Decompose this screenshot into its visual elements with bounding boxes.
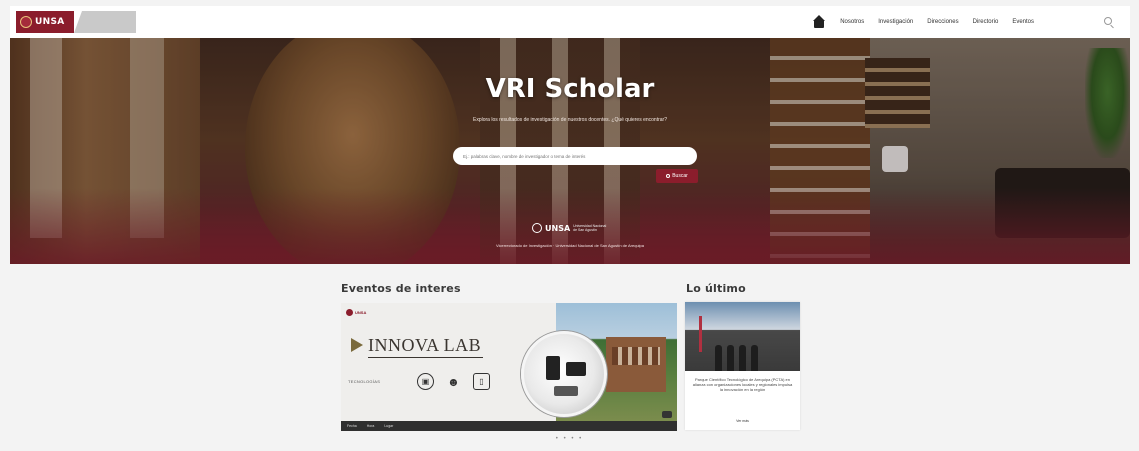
phone-shape [546,356,560,380]
person-shape [727,345,734,371]
event-footer-place: Lugar [384,424,394,428]
university-seal-icon [532,223,542,233]
university-seal-icon [20,16,32,28]
play-triangle-icon [351,338,363,352]
latest-news-card[interactable]: Parque Científico Tecnológico de Arequip… [685,302,800,430]
nav-item-directorio[interactable]: Directorio [973,19,999,25]
logo-subtext [74,11,136,33]
logo-text: UNSA [35,17,65,27]
university-seal-icon [346,309,353,316]
camera-icon [662,411,672,418]
event-logo-text: UNSA [355,310,367,315]
events-heading: Eventos de interes [341,282,461,295]
search-icon[interactable] [1104,17,1112,25]
hero-title: VRI Scholar [485,74,655,104]
top-navigation-bar: UNSA Nosotros Investigación Direcciones … [10,6,1130,38]
carousel-dots[interactable]: • • • • [0,436,1139,442]
building-image [606,337,666,392]
person-shape [739,345,746,371]
unsa-logo[interactable]: UNSA [16,11,136,33]
devices-circle-image [521,331,607,417]
hero-search-input[interactable] [453,147,697,165]
event-footer-date: Fecha [347,424,357,428]
event-footer: Fecha Hora Lugar [341,421,677,431]
camera-shape [566,362,586,376]
keyboard-shape [554,386,578,396]
nav-item-direcciones[interactable]: Direcciones [927,19,958,25]
event-logo: UNSA [346,309,366,316]
hero-banner: VRI Scholar Explora los resultados de in… [10,38,1130,264]
latest-heading: Lo último [686,282,746,295]
hero-caption: Vicerrectorado de Investigación · Univer… [495,243,645,248]
search-button-label: Buscar [672,173,688,179]
news-image [685,302,800,371]
person-shape [715,345,722,371]
event-card-innova-lab[interactable]: UNSA INNOVA LAB TECNOLOGÍAS ▣ ☻ ▯ Fecha … [341,303,677,431]
hero-logo-text: UNSA [545,223,571,233]
main-nav: Nosotros Investigación Direcciones Direc… [812,15,1034,29]
search-button[interactable]: Buscar [656,169,698,183]
nav-item-eventos[interactable]: Eventos [1012,19,1034,25]
nav-item-investigacion[interactable]: Investigación [878,19,913,25]
flag-shape [699,316,702,352]
event-footer-time: Hora [366,424,375,428]
news-summary: Parque Científico Tecnológico de Arequip… [692,377,793,393]
hero-unsa-logo: UNSA Universidad Nacional de San Agustín [532,221,622,235]
chip-icon: ▣ [417,373,434,390]
device-icon: ▯ [473,373,490,390]
person-icon: ☻ [447,374,460,389]
logo-main: UNSA [16,11,74,33]
person-shape [751,345,758,371]
see-more-link[interactable]: Ver más [685,419,800,423]
hero-logo-subtext: Universidad Nacional de San Agustín [573,224,607,232]
title-underline [368,357,483,358]
nav-item-nosotros[interactable]: Nosotros [840,19,864,25]
home-icon[interactable] [812,15,826,29]
search-icon [666,174,671,178]
event-title: INNOVA LAB [368,335,482,355]
event-tech-label: TECNOLOGÍAS [348,379,381,384]
hero-subtitle: Explora los resultados de investigación … [472,117,667,123]
